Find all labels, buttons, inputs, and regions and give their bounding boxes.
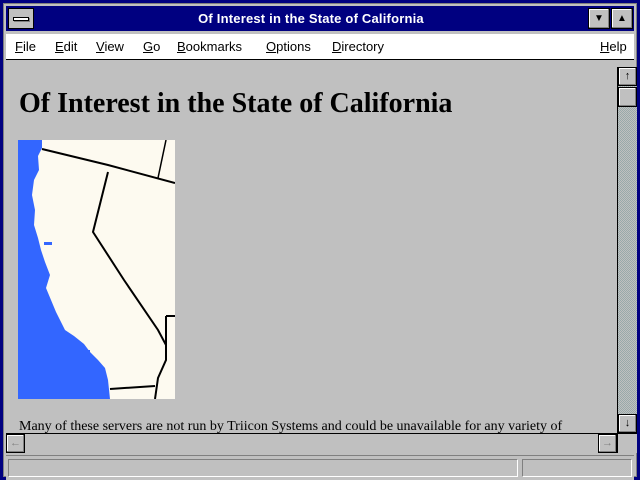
minimize-button[interactable]: ▼ (588, 8, 610, 29)
page-content: Of Interest in the State of California M… (6, 64, 617, 434)
browser-window: Of Interest in the State of California ▼… (0, 0, 640, 480)
scroll-up-button[interactable]: ↑ (618, 67, 637, 86)
page-heading: Of Interest in the State of California (19, 88, 453, 119)
menu-bar: File Edit View Go Bookmarks Options Dire… (6, 34, 634, 60)
map-bay (44, 242, 52, 245)
system-menu-button[interactable] (8, 8, 34, 29)
california-map-graphic (18, 140, 175, 399)
menu-edit[interactable]: Edit (55, 39, 77, 54)
title-bar[interactable]: Of Interest in the State of California ▼… (6, 6, 634, 31)
scroll-left-button[interactable]: ← (6, 434, 25, 453)
scroll-down-button[interactable]: ↓ (618, 414, 637, 433)
status-text (8, 459, 518, 477)
status-bar (6, 455, 634, 480)
system-menu-icon (13, 17, 29, 21)
map-island (85, 350, 90, 352)
horizontal-scrollbar[interactable]: ← → (6, 433, 617, 453)
california-map[interactable] (18, 140, 175, 399)
scroll-thumb[interactable] (618, 87, 637, 107)
menu-go[interactable]: Go (143, 39, 160, 54)
menu-bookmarks[interactable]: Bookmarks (177, 39, 242, 54)
progress-indicator (522, 459, 632, 477)
menu-view[interactable]: View (96, 39, 124, 54)
menu-help[interactable]: Help (600, 39, 627, 54)
menu-file[interactable]: File (15, 39, 36, 54)
body-paragraph: Many of these servers are not run by Tri… (19, 419, 563, 434)
menu-directory[interactable]: Directory (332, 39, 384, 54)
maximize-button[interactable]: ▲ (611, 8, 633, 29)
scroll-right-button[interactable]: → (598, 434, 617, 453)
menu-options[interactable]: Options (266, 39, 311, 54)
scrollbar-corner (617, 433, 637, 453)
window-title: Of Interest in the State of California (198, 11, 424, 26)
vertical-scrollbar[interactable]: ↑ ↓ (617, 67, 637, 433)
map-island (58, 336, 64, 339)
